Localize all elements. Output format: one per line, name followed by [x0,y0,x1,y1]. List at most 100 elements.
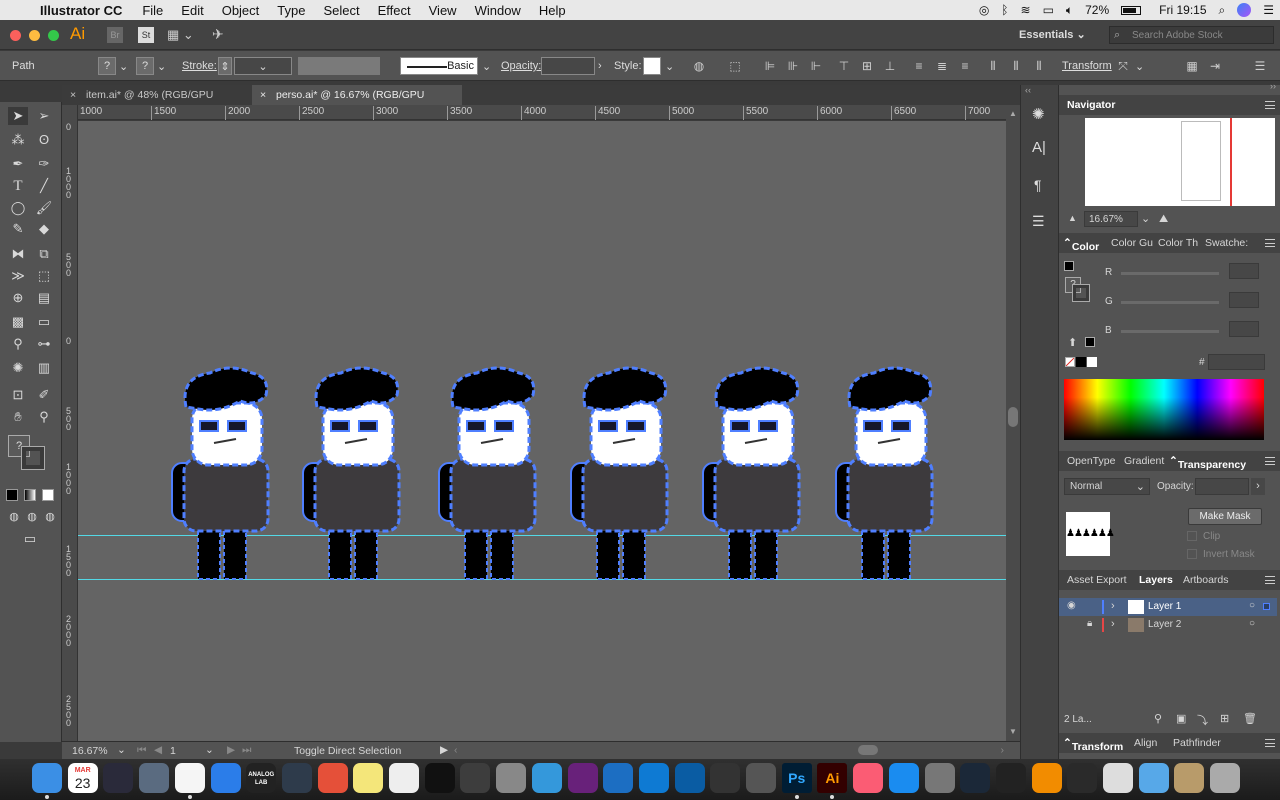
menu-help[interactable]: Help [539,3,566,18]
artboard-number[interactable]: 1 [170,745,176,757]
tab-perso-ai[interactable]: × perso.ai* @ 16.67% (RGB/GPU Preview) [252,85,462,121]
tab-artboards[interactable]: Artboards [1183,574,1229,586]
pen-tool-icon[interactable]: ✒ [8,155,28,173]
shaper-tool-icon[interactable]: ✎ [8,220,28,238]
gradient-tool-icon[interactable]: ▭ [34,313,54,331]
tab-align[interactable]: Align [1134,737,1157,749]
locate-object-icon[interactable]: ⚲ [1154,712,1162,725]
magic-wand-tool-icon[interactable]: ⁂ [8,131,28,149]
blend-tool-icon[interactable]: ⊶ [34,335,54,353]
tab-layers[interactable]: Layers [1139,574,1173,586]
trash-icon[interactable] [1210,763,1241,793]
white-swatch[interactable] [1087,357,1097,367]
style-swatch[interactable] [643,57,661,75]
tetris-icon[interactable] [674,763,705,793]
fill-swatch[interactable]: ? [98,57,116,75]
status-tool-hint[interactable]: Toggle Direct Selection [294,745,401,757]
eraser-tool-icon[interactable]: ◆ [34,220,54,238]
screen-mode-icon[interactable]: ▭ [20,530,40,548]
fontforge-icon[interactable] [1103,763,1133,793]
status-menu-icon[interactable]: ▶ [440,744,448,756]
menu-view[interactable]: View [429,3,457,18]
unity-icon[interactable] [710,763,741,793]
scale-tool-icon[interactable]: ⧉ [34,245,54,263]
color-stroke-swatch[interactable] [1072,284,1090,302]
photoshop-icon[interactable]: Ps [781,763,812,793]
channel-b-field[interactable] [1229,321,1259,337]
channel-b-slider[interactable] [1121,330,1219,333]
ellipse-tool-icon[interactable]: ◯ [8,199,28,217]
none-swatch[interactable] [1065,357,1075,367]
rotate-tool-icon[interactable]: ⧓ [8,245,28,263]
delete-layer-icon[interactable]: 🗑︎ [1243,712,1257,725]
finder-icon[interactable] [32,763,62,793]
zoom-dropdown-icon[interactable]: ⌄ [117,744,126,756]
control-panel-menu-icon[interactable]: ☰ [1253,59,1267,73]
navigator-zoom-field[interactable]: 16.67% [1084,211,1138,227]
align-left-icon[interactable]: ⊫ [763,59,777,73]
transform-link[interactable]: Transform [1062,60,1112,72]
wifi-icon[interactable]: ≋ [1021,3,1031,17]
zoom-tool-icon[interactable]: ⚲ [34,408,54,426]
bridge-button[interactable]: Br [107,27,123,43]
out-of-gamut-icon[interactable]: ⬆ [1068,336,1077,349]
siri-icon[interactable] [103,763,134,793]
gradient-mode-icon[interactable] [24,489,36,501]
distribute-top-icon[interactable]: ≡ [912,59,926,73]
type-tool-icon[interactable]: T [8,177,28,195]
fill-stroke-widget[interactable]: ? [8,435,54,475]
horizontal-ruler[interactable]: 1000 1500 2000 2500 3000 3500 4000 4500 5000 5500… [77,105,1008,120]
tab-asset-export[interactable]: Asset Export [1067,574,1127,586]
blend-mode-select[interactable]: Normal ⌄ [1064,478,1150,495]
first-artboard-icon[interactable]: ⏮ [137,744,146,757]
paragraph-panel-icon[interactable]: ¶ [1034,177,1042,193]
tab-item-ai[interactable]: × item.ai* @ 48% (RGB/GPU Preview) [62,85,252,121]
align-vcenter-icon[interactable]: ⊞ [860,59,874,73]
next-artboard-icon[interactable]: ▶ [227,744,235,756]
scroll-down-icon[interactable]: ▼ [1009,727,1017,736]
prev-artboard-icon[interactable]: ◀ [154,744,162,756]
expand-layer-icon[interactable]: › [1111,618,1115,630]
layer-row[interactable]: 🔒︎ › Layer 2 ○ [1059,616,1277,634]
artboard-canvas[interactable] [78,121,1006,741]
calendar-icon[interactable]: MAR 23 [67,763,98,793]
tab-swatches[interactable]: Swatche: [1205,237,1248,249]
align-to-icon[interactable]: ⬚ [728,59,742,73]
navigator-view-box[interactable] [1230,118,1232,206]
tab-navigator[interactable]: Navigator [1067,99,1115,111]
fill-dropdown-icon[interactable]: ⌄ [119,60,128,73]
strip-collapse-icon[interactable]: ‹‹ [1025,85,1031,95]
clip-checkbox[interactable] [1187,531,1197,541]
hand-tool-icon[interactable]: ✋︎ [8,408,28,426]
distribute-vcenter-icon[interactable]: ≣ [935,59,949,73]
bluetooth-icon[interactable]: ᛒ [1001,3,1008,17]
curvature-tool-icon[interactable]: ✑ [34,155,54,173]
black-swatch-small[interactable] [1076,357,1086,367]
symbol-sprayer-tool-icon[interactable]: ✺ [8,359,28,377]
tab-transparency[interactable]: ⌃ Transparency [1169,455,1246,471]
stroke-swatch-large[interactable] [21,446,45,470]
brush-definition[interactable]: Basic [400,57,478,75]
panel-menu-icon[interactable] [1265,101,1275,109]
xcode-icon[interactable] [603,763,634,793]
tab-gradient[interactable]: Gradient [1124,455,1164,467]
character-frame[interactable] [570,366,669,580]
lock-icon[interactable]: 🔒︎ [1087,618,1092,629]
slice-tool-icon[interactable]: ✐ [34,386,54,404]
mesh-tool-icon[interactable]: ▩ [8,313,28,331]
make-mask-button[interactable]: Make Mask [1188,508,1262,525]
transform-dropdown-icon[interactable]: ⌄ [1135,60,1144,73]
default-colors-icon[interactable] [1064,261,1074,271]
zoom-window-button[interactable] [48,30,59,41]
lasso-tool-icon[interactable]: ʘ [34,131,54,149]
transparency-opacity-field[interactable] [1195,478,1249,495]
layer-name[interactable]: Layer 2 [1148,619,1181,630]
vscode-icon[interactable] [638,763,669,793]
app-menu[interactable]: Illustrator CC [40,3,122,18]
stroke-dropdown-icon[interactable]: ⌄ [157,60,166,73]
menu-select[interactable]: Select [323,3,359,18]
channel-r-field[interactable] [1229,263,1259,279]
eyedropper-tool-icon[interactable]: ⚲ [8,335,28,353]
menu-edit[interactable]: Edit [181,3,203,18]
vertical-ruler[interactable]: 0 1000 500 0 500 1000 1500 2000 2500 [62,105,78,741]
